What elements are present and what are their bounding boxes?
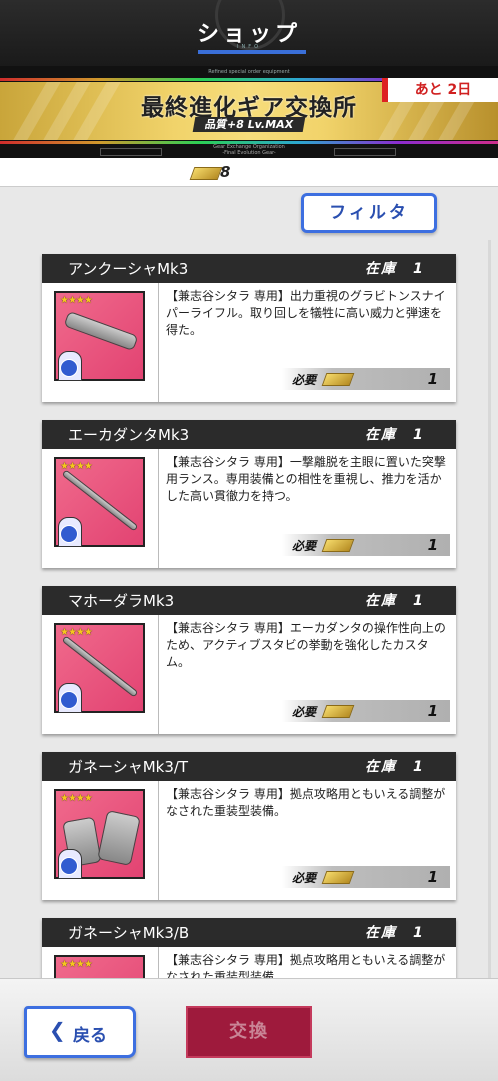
divider <box>158 283 159 402</box>
item-thumbnail[interactable]: ★★★★ <box>54 955 145 978</box>
gold-ticket-icon <box>189 167 223 180</box>
item-card[interactable]: エーカダンタMk3 在庫 1 ★★★★ 【兼志谷シタラ 専用】一撃離脱を主眼に置い… <box>42 420 456 568</box>
stock-info: 在庫 1 <box>365 590 425 610</box>
page-subtitle: INFO <box>236 44 262 50</box>
list-scrollbar[interactable] <box>488 240 491 980</box>
rarity-stars-icon: ★★★★ <box>60 295 93 306</box>
item-card[interactable]: ガネーシャMk3/B 在庫 1 ★★★★ 【兼志谷シタラ 専用】拠点攻略用ともいえ… <box>42 918 456 978</box>
required-cost: 必要 1 <box>282 866 450 888</box>
required-count: 1 <box>427 536 438 554</box>
divider <box>158 615 159 734</box>
item-card-header: マホーダラMk3 在庫 1 <box>42 586 456 615</box>
stock-label: 在庫 <box>365 593 397 609</box>
stock-info: 在庫 1 <box>365 424 425 444</box>
stock-info: 在庫 1 <box>365 258 425 278</box>
item-name: エーカダンタMk3 <box>68 426 190 444</box>
top-header: ショップ INFO <box>0 0 498 66</box>
required-count: 1 <box>427 702 438 720</box>
banner-sub-text: Gear Exchange Organization -Final Evolut… <box>0 144 498 156</box>
stock-label: 在庫 <box>365 759 397 775</box>
item-thumbnail[interactable]: ★★★★ <box>54 623 145 713</box>
banner-tiny-text: Refined special order equipment <box>208 69 290 75</box>
divider <box>158 449 159 568</box>
item-description: 【兼志谷シタラ 専用】拠点攻略用ともいえる調整がなされた重装型装備。 <box>166 953 446 978</box>
quality-label: 品質+8 Lv.MAX <box>192 117 306 132</box>
required-cost: 必要 1 <box>282 368 450 390</box>
stock-label: 在庫 <box>365 925 397 941</box>
rifle-icon <box>63 310 139 352</box>
gold-ticket-icon <box>321 373 355 386</box>
divider <box>158 781 159 900</box>
moon-icon <box>60 691 78 709</box>
item-description: 【兼志谷シタラ 専用】拠点攻略用ともいえる調整がなされた重装型装備。 <box>166 787 446 818</box>
item-card-header: エーカダンタMk3 在庫 1 <box>42 420 456 449</box>
required-label: 必要 <box>292 871 317 885</box>
bottom-bar: ❮ 戻る 交換 <box>0 978 498 1081</box>
armor-part-icon <box>97 810 141 866</box>
stock-value: 1 <box>413 427 425 443</box>
required-cost: 必要 1 <box>282 700 450 722</box>
required-label: 必要 <box>292 373 317 387</box>
required-count: 1 <box>427 868 438 886</box>
item-description: 【兼志谷シタラ 専用】エーカダンタの操作性向上のため、アクティブスタビの挙動を強… <box>166 621 446 669</box>
item-card[interactable]: マホーダラMk3 在庫 1 ★★★★ 【兼志谷シタラ 専用】エーカダンタの操作性向… <box>42 586 456 734</box>
back-label: 戻る <box>73 1026 107 1046</box>
stock-value: 1 <box>413 261 425 277</box>
item-thumbnail[interactable]: ★★★★ <box>54 457 145 547</box>
gold-ticket-icon <box>321 871 355 884</box>
item-name: ガネーシャMk3/T <box>68 758 189 776</box>
stock-value: 1 <box>413 593 425 609</box>
currency-bar: 8 <box>0 158 498 187</box>
stock-info: 在庫 1 <box>365 756 425 776</box>
item-card-header: アンクーシャMk3 在庫 1 <box>42 254 456 283</box>
guitar-icon <box>60 857 78 875</box>
divider <box>158 947 159 978</box>
item-description: 【兼志谷シタラ 専用】出力重視のグラビトンスナイパーライフル。取り回しを犠牲に高… <box>166 289 446 337</box>
stock-label: 在庫 <box>365 261 397 277</box>
currency-amount: 8 <box>220 163 231 181</box>
deadline-badge: あと 2日 <box>382 78 498 102</box>
stock-info: 在庫 1 <box>365 922 425 942</box>
item-description: 【兼志谷シタラ 専用】一撃離脱を主眼に置いた突撃用ランス。専用装備との相性を重視… <box>166 455 446 503</box>
required-cost: 必要 1 <box>282 534 450 556</box>
item-name: アンクーシャMk3 <box>68 260 189 278</box>
shop-banner: Refined special order equipment 最終進化ギア交換… <box>0 66 498 158</box>
banner-sub-text-2: -Final Evolution Gear- <box>222 150 276 156</box>
item-name: ガネーシャMk3/B <box>68 924 190 942</box>
item-card-header: ガネーシャMk3/B 在庫 1 <box>42 918 456 947</box>
item-card[interactable]: ガネーシャMk3/T 在庫 1 ★★★★ 【兼志谷シタラ 専用】拠点攻略用ともいえ… <box>42 752 456 900</box>
stock-label: 在庫 <box>365 427 397 443</box>
chevron-left-icon: ❮ <box>49 1018 66 1042</box>
item-thumbnail[interactable]: ★★★★ <box>54 291 145 381</box>
gold-ticket-icon <box>321 705 355 718</box>
item-card[interactable]: アンクーシャMk3 在庫 1 ★★★★ 【兼志谷シタラ 専用】出力重視のグラビトン… <box>42 254 456 402</box>
gold-ticket-icon <box>321 539 355 552</box>
item-name: マホーダラMk3 <box>68 592 175 610</box>
stock-value: 1 <box>413 925 425 941</box>
back-button[interactable]: ❮ 戻る <box>24 1006 136 1058</box>
title-underline <box>198 50 306 54</box>
exchange-button[interactable]: 交換 <box>186 1006 312 1058</box>
stock-value: 1 <box>413 759 425 775</box>
required-count: 1 <box>427 370 438 388</box>
moon-icon <box>60 525 78 543</box>
filter-button[interactable]: フィルタ <box>301 193 437 233</box>
required-label: 必要 <box>292 705 317 719</box>
item-thumbnail[interactable]: ★★★★ <box>54 789 145 879</box>
required-label: 必要 <box>292 539 317 553</box>
rarity-stars-icon: ★★★★ <box>60 793 93 804</box>
rarity-stars-icon: ★★★★ <box>60 959 93 970</box>
item-card-header: ガネーシャMk3/T 在庫 1 <box>42 752 456 781</box>
item-list[interactable]: アンクーシャMk3 在庫 1 ★★★★ 【兼志谷シタラ 専用】出力重視のグラビトン… <box>0 240 498 978</box>
scope-icon <box>60 359 78 377</box>
